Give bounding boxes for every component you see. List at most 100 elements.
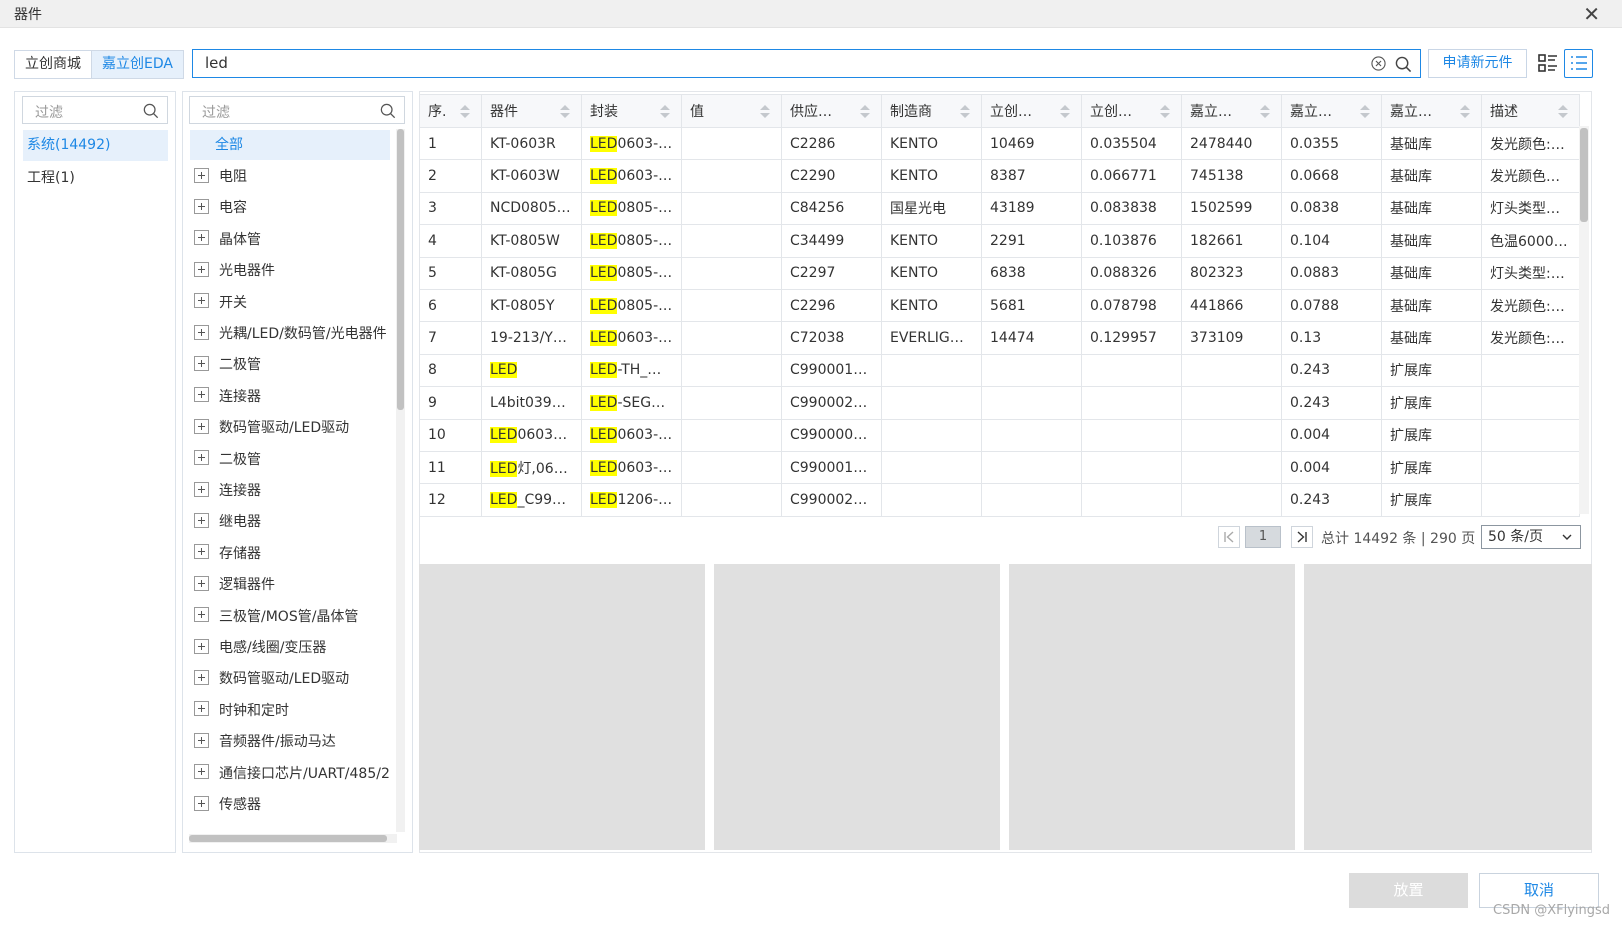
sort-icon[interactable] (1557, 104, 1569, 119)
apply-new-part-button[interactable]: 申请新元件 (1428, 49, 1527, 78)
table-row[interactable]: 9 L4bit0392… LED-SEG… C9900022… 0.243 扩展库 (419, 386, 1580, 420)
page-size-select[interactable]: 50 条/页 (1481, 525, 1581, 549)
sort-icon[interactable] (1359, 104, 1371, 119)
table-scroll-thumb[interactable] (1580, 128, 1588, 222)
category-item[interactable]: 通信接口芯片/UART/485/232 (190, 759, 390, 789)
expand-plus-icon[interactable] (194, 261, 209, 277)
source-item-system[interactable]: 系统(14492) (23, 130, 168, 161)
expand-plus-icon[interactable] (194, 701, 209, 717)
column-header[interactable]: 描述 (1481, 94, 1580, 128)
column-header[interactable]: 封装 (581, 94, 682, 128)
table-row[interactable]: 4 KT-0805W LED0805-… C34499 KENTO 2291 0.10387… (419, 224, 1580, 258)
close-icon[interactable]: ✕ (1583, 2, 1600, 26)
category-scroll-thumb[interactable] (397, 129, 404, 410)
expand-plus-icon[interactable] (194, 324, 209, 340)
table-row[interactable]: 7 19-213/Y2… LED0603-… C72038 EVERLIG… 14474 0… (419, 321, 1580, 355)
expand-plus-icon[interactable] (194, 575, 209, 591)
category-item[interactable]: 开关 (190, 288, 390, 318)
tab-lcsc-mall[interactable]: 立创商城 (15, 51, 91, 78)
expand-plus-icon[interactable] (194, 230, 209, 246)
expand-plus-icon[interactable] (194, 669, 209, 685)
column-header[interactable]: 嘉立… (1281, 94, 1382, 128)
expand-plus-icon[interactable] (194, 544, 209, 560)
sort-icon[interactable] (959, 104, 971, 119)
category-item[interactable]: 连接器 (190, 476, 390, 506)
search-input[interactable]: led (192, 49, 1421, 78)
table-row[interactable]: 12 LED_C99… LED1206-… C9900020… 0.243 扩展库 (419, 483, 1580, 517)
current-page[interactable]: 1 (1245, 526, 1281, 548)
table-row[interactable]: 10 LED0603… LED0603-… C9900005… 0.004 扩展库 (419, 418, 1580, 452)
column-header[interactable]: 嘉立… (1181, 94, 1282, 128)
sort-icon[interactable] (659, 104, 671, 119)
detail-view-icon[interactable] (1537, 52, 1559, 74)
source-item-project[interactable]: 工程(1) (23, 163, 168, 194)
sort-icon[interactable] (1159, 104, 1171, 119)
category-item[interactable]: 连接器 (190, 382, 390, 412)
sort-icon[interactable] (859, 104, 871, 119)
expand-plus-icon[interactable] (194, 512, 209, 528)
expand-plus-icon[interactable] (194, 638, 209, 654)
category-item[interactable]: 二极管 (190, 445, 390, 475)
column-header[interactable]: 供应… (781, 94, 882, 128)
category-item[interactable]: 电容 (190, 193, 390, 223)
table-vertical-scrollbar[interactable] (1579, 126, 1589, 514)
expand-plus-icon[interactable] (194, 387, 209, 403)
category-item[interactable]: 数码管驱动/LED驱动 (190, 664, 390, 694)
expand-plus-icon[interactable] (194, 732, 209, 748)
category-vertical-scrollbar[interactable] (396, 129, 405, 832)
table-row[interactable]: 2 KT-0603W LED0603-… C2290 KENTO 8387 0.066771… (419, 159, 1580, 193)
last-page-button[interactable] (1291, 526, 1313, 548)
expand-plus-icon[interactable] (194, 481, 209, 497)
first-page-button[interactable] (1218, 526, 1240, 548)
expand-plus-icon[interactable] (194, 764, 209, 780)
category-item[interactable]: 二极管 (190, 350, 390, 380)
category-item-all[interactable]: 全部 (190, 130, 390, 160)
search-input-value[interactable]: led (205, 54, 228, 72)
sort-icon[interactable] (1259, 104, 1271, 119)
tab-jlc-eda[interactable]: 嘉立创EDA (91, 51, 183, 78)
expand-plus-icon[interactable] (194, 167, 209, 183)
search-icon[interactable] (380, 103, 396, 119)
place-button[interactable]: 放置 (1349, 873, 1468, 908)
expand-plus-icon[interactable] (194, 293, 209, 309)
search-icon[interactable] (1395, 56, 1412, 73)
category-item[interactable]: 时钟和定时 (190, 696, 390, 726)
sort-icon[interactable] (1059, 104, 1071, 119)
category-item[interactable]: 电阻 (190, 162, 390, 192)
expand-plus-icon[interactable] (194, 607, 209, 623)
category-item[interactable]: 继电器 (190, 507, 390, 537)
column-header[interactable]: 立创… (981, 94, 1082, 128)
clear-icon[interactable] (1371, 56, 1386, 71)
sort-icon[interactable] (759, 104, 771, 119)
category-hscroll-thumb[interactable] (189, 835, 387, 842)
table-row[interactable]: 3 NCD0805… LED0805-… C84256 国星光电 43189 0.08383… (419, 191, 1580, 226)
column-header[interactable]: 立创… (1081, 94, 1182, 128)
table-row[interactable]: 1 KT-0603R LED0603-… C2286 KENTO 10469 0.03550… (419, 126, 1580, 161)
sort-icon[interactable] (459, 104, 471, 119)
column-header[interactable]: 制造商 (881, 94, 982, 128)
category-item[interactable]: 晶体管 (190, 225, 390, 255)
expand-plus-icon[interactable] (194, 198, 209, 214)
sort-icon[interactable] (559, 104, 571, 119)
category-item[interactable]: 数码管驱动/LED驱动 (190, 413, 390, 443)
list-view-button[interactable] (1564, 49, 1593, 78)
category-item[interactable]: 传感器 (190, 790, 390, 820)
column-header[interactable]: 器件 (481, 94, 582, 128)
category-item[interactable]: 电感/线圈/变压器 (190, 633, 390, 663)
category-horizontal-scrollbar[interactable] (189, 834, 397, 843)
expand-plus-icon[interactable] (194, 795, 209, 811)
table-row[interactable]: 8 LED LED-TH_… C9900015… 0.243 扩展库 (419, 353, 1580, 388)
table-row[interactable]: 11 LED灯,06… LED0603-… C9900011… 0.004 扩展库 (419, 450, 1580, 485)
category-item[interactable]: 存储器 (190, 539, 390, 569)
category-item[interactable]: 逻辑器件 (190, 570, 390, 600)
search-icon[interactable] (143, 103, 159, 119)
column-header[interactable]: 值 (681, 94, 782, 128)
category-item[interactable]: 音频器件/振动马达 (190, 727, 390, 757)
expand-plus-icon[interactable] (194, 418, 209, 434)
category-item[interactable]: 光电器件 (190, 256, 390, 286)
table-row[interactable]: 6 KT-0805Y LED0805-… C2296 KENTO 5681 0.078798… (419, 288, 1580, 323)
column-header[interactable]: 序. (419, 94, 482, 128)
source-filter-input[interactable]: 过滤 (22, 96, 168, 124)
category-item[interactable]: 光耦/LED/数码管/光电器件 (190, 319, 390, 349)
column-header[interactable]: 嘉立… (1381, 94, 1482, 128)
